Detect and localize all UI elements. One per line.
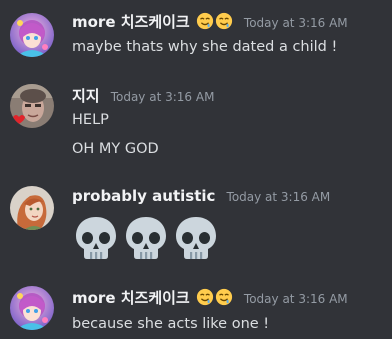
- username[interactable]: more 치즈케이크: [72, 289, 190, 307]
- message-text: because she acts like one !: [72, 316, 270, 332]
- message-text: HELP: [72, 112, 109, 128]
- timestamp[interactable]: Today at 3:16 AM: [111, 90, 215, 104]
- message-header: 지지 Today at 3:16 AM: [72, 86, 214, 107]
- message-text: OH MY GOD: [72, 141, 159, 157]
- timestamp[interactable]: Today at 3:16 AM: [244, 16, 348, 30]
- drooling-face-icon: [196, 288, 213, 306]
- skull-icon[interactable]: [72, 214, 120, 262]
- message-group: probably autistic Today at 3:16 AM: [0, 175, 392, 275]
- chat-messages: more 치즈케이크 Today at 3:16 AM maybe thats …: [0, 0, 392, 339]
- avatar[interactable]: [10, 84, 54, 128]
- avatar[interactable]: [10, 186, 54, 230]
- emoji-message: [72, 214, 220, 262]
- message-group: more 치즈케이크 Today at 3:16 AM because she …: [0, 275, 392, 339]
- username[interactable]: 지지: [72, 87, 100, 105]
- drooling-face-icon: [215, 288, 232, 306]
- drooling-face-icon: [196, 12, 213, 30]
- skull-icon[interactable]: [172, 214, 220, 262]
- avatar[interactable]: [10, 13, 54, 57]
- timestamp[interactable]: Today at 3:16 AM: [227, 190, 331, 204]
- avatar[interactable]: [10, 286, 54, 330]
- timestamp[interactable]: Today at 3:16 AM: [244, 292, 348, 306]
- skull-icon[interactable]: [122, 214, 170, 262]
- message-header: more 치즈케이크 Today at 3:16 AM: [72, 12, 348, 33]
- message-header: more 치즈케이크 Today at 3:16 AM: [72, 288, 348, 309]
- message-group: more 치즈케이크 Today at 3:16 AM maybe thats …: [0, 0, 392, 75]
- message-text: maybe thats why she dated a child !: [72, 39, 338, 55]
- username[interactable]: probably autistic: [72, 187, 215, 205]
- drooling-face-icon: [215, 12, 232, 30]
- username[interactable]: more 치즈케이크: [72, 13, 190, 31]
- message-group: 지지 Today at 3:16 AM HELP OH MY GOD: [0, 75, 392, 175]
- message-header: probably autistic Today at 3:16 AM: [72, 186, 330, 207]
